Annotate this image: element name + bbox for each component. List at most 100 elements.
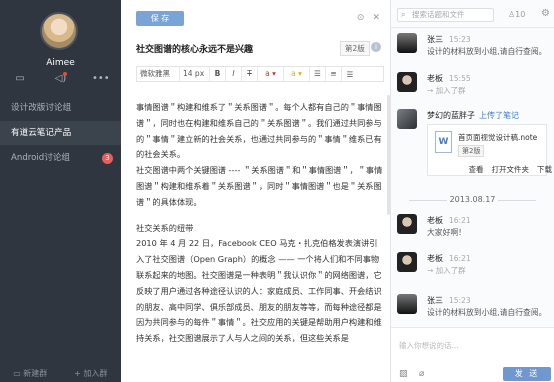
sidebar-bottom: ▭ 新建群 + 加入群 (0, 366, 121, 382)
notification-dot (63, 72, 68, 76)
body-heading: 社交关系的纽带 (136, 222, 194, 233)
message-text: 大家好啊！ (427, 228, 466, 237)
sidebar: Aimee ▭ ◁) ••• 设计改版讨论组 有道云笔记产品 Android讨论… (0, 0, 121, 382)
note-body[interactable]: 事情图谱＂构建和维系了＂关系图谱＂。每个人都有自己的＂事情图谱＂，同时也在构建和… (136, 100, 384, 347)
notification-icon[interactable]: ◁) (50, 72, 70, 86)
info-icon[interactable]: i (371, 42, 381, 52)
format-toolbar: 微软雅黑 14 px B I T a ▾ a ▾ ☰ ≡ ☰ (136, 66, 384, 82)
message-time: 16:21 (449, 254, 471, 263)
body-paragraph: 事情图谱＂构建和维系了＂关系图谱＂。每个人都有自己的＂事情图谱＂，同时也在构建和… (136, 102, 382, 160)
avatar[interactable] (397, 72, 417, 92)
sender-name: 梦幻的蓝胖子 上传了笔记 (427, 110, 519, 121)
sidebar-toolbar: ▭ ◁) ••• (0, 70, 121, 88)
unread-badge: 3 (102, 153, 113, 164)
group-item-design[interactable]: 设计改版讨论组 (0, 96, 121, 120)
group-label: 有道云笔记产品 (11, 128, 72, 138)
compose-area: 输入你想说的话... ▨ ⌀ 发 送 (391, 327, 554, 382)
message-time: 15:23 (449, 296, 471, 305)
body-paragraph: 社交图谱中两个关键图谱 ---- ＂关系图谱＂和＂事情图谱＂，＂事情图谱＂构建和… (136, 165, 383, 207)
align-left-icon[interactable]: ☰ (310, 67, 326, 81)
sender-name: 老板 16:21 (427, 253, 471, 264)
join-notice: → 加入了群 (427, 86, 466, 95)
editor-top-icons: ⊙ ✕ (357, 13, 380, 23)
join-notice: → 加入了群 (427, 266, 466, 275)
group-item-android[interactable]: Android讨论组 3 (0, 146, 121, 170)
body-paragraph: 2010 年 4 月 22 日，Facebook CEO 马克・扎克伯格发表演讲… (136, 238, 382, 344)
file-actions: 查看 打开文件夹 下载 (469, 164, 553, 175)
highlight-label: a (291, 69, 296, 78)
italic-button[interactable]: I (226, 67, 242, 81)
join-group-button[interactable]: + 加入群 (61, 366, 122, 382)
message-time: 15:23 (449, 35, 471, 44)
sender-name: 张三 15:23 (427, 34, 471, 45)
group-label: Android讨论组 (11, 153, 71, 163)
note-editor: 保 存 ⊙ ✕ 社交图谱的核心永远不是兴趣 第2版 i 微软雅黑 14 px B… (121, 0, 391, 382)
member-count: 10 (515, 10, 526, 19)
close-icon[interactable]: ✕ (372, 13, 380, 23)
font-color-label: a (265, 69, 270, 78)
sender-label: 梦幻的蓝胖子 (427, 111, 475, 120)
history-icon[interactable]: ⊙ (357, 13, 365, 23)
bold-button[interactable]: B (210, 67, 226, 81)
date-separator: 2013.08.17 (391, 195, 554, 204)
align-right-icon[interactable]: ☰ (342, 70, 358, 79)
avatar[interactable] (397, 33, 417, 53)
username: Aimee (46, 58, 75, 68)
message-icon[interactable]: ▭ (10, 72, 30, 86)
gear-icon[interactable]: ⚙ (541, 8, 550, 19)
avatar[interactable] (397, 294, 417, 314)
group-label: 设计改版讨论组 (11, 103, 72, 113)
message-input[interactable]: 输入你想说的话... (397, 336, 547, 361)
search-input[interactable]: ⌕ 搜索话题和文件 (397, 8, 494, 22)
image-icon[interactable]: ▨ (399, 369, 408, 379)
avatar[interactable] (397, 252, 417, 272)
editor-scrollbar[interactable] (387, 95, 390, 215)
font-size-select[interactable]: 14 px (180, 67, 210, 81)
save-button[interactable]: 保 存 (136, 11, 184, 26)
attachment-icon[interactable]: ⌀ (419, 369, 424, 379)
new-group-button[interactable]: ▭ 新建群 (0, 366, 61, 382)
search-placeholder: 搜索话题和文件 (412, 10, 465, 19)
file-name: 首页面视觉设计稿.note (458, 133, 538, 142)
new-group-label: 新建群 (23, 369, 48, 378)
align-center-icon[interactable]: ≡ (326, 67, 342, 81)
note-title[interactable]: 社交图谱的核心永远不是兴趣 (136, 42, 253, 55)
members-button[interactable]: ♙10 (508, 10, 525, 19)
group-item-youdao[interactable]: 有道云笔记产品 (0, 121, 121, 145)
open-folder-link[interactable]: 打开文件夹 (492, 164, 530, 175)
word-file-icon: W (435, 131, 452, 153)
sender-label: 张三 (427, 35, 443, 44)
send-button[interactable]: 发 送 (503, 367, 551, 381)
user-avatar[interactable] (40, 12, 78, 50)
sender-label: 老板 (427, 216, 443, 225)
avatar[interactable] (397, 214, 417, 234)
chat-panel: ⌕ 搜索话题和文件 ♙10 ⚙ 张三 15:23 设计的材料放到小组,请自行查阅。 … (391, 0, 554, 382)
strikethrough-button[interactable]: T (242, 67, 258, 81)
join-text: 加入了群 (435, 266, 466, 275)
view-file-link[interactable]: 查看 (469, 164, 484, 175)
join-text: 加入了群 (435, 86, 466, 95)
download-link[interactable]: 下载 (537, 164, 552, 175)
message-text: 设计的材料放到小组,请自行查阅。 (427, 308, 547, 317)
message-time: 15:55 (449, 74, 471, 83)
chat-header: ⌕ 搜索话题和文件 ♙10 ⚙ (391, 0, 554, 28)
sender-label: 张三 (427, 296, 443, 305)
avatar[interactable] (397, 109, 417, 129)
font-color-button[interactable]: a ▾ (258, 67, 284, 81)
font-family-select[interactable]: 微软雅黑 (137, 67, 180, 81)
version-badge[interactable]: 第2版 (340, 41, 370, 56)
file-version: 第2版 (458, 145, 485, 157)
more-icon[interactable]: ••• (91, 72, 111, 86)
sender-label: 老板 (427, 254, 443, 263)
highlight-button[interactable]: a ▾ (284, 67, 310, 81)
join-group-label: 加入群 (83, 369, 108, 378)
sender-name: 老板 16:21 (427, 215, 471, 226)
message-time: 16:21 (449, 216, 471, 225)
search-icon: ⌕ (401, 10, 406, 19)
sender-label: 老板 (427, 74, 443, 83)
message-text: 设计的材料放到小组,请自行查阅。 (427, 47, 547, 56)
sender-name: 老板 15:55 (427, 73, 471, 84)
message-action: 上传了笔记 (479, 111, 519, 120)
sender-name: 张三 15:23 (427, 295, 471, 306)
